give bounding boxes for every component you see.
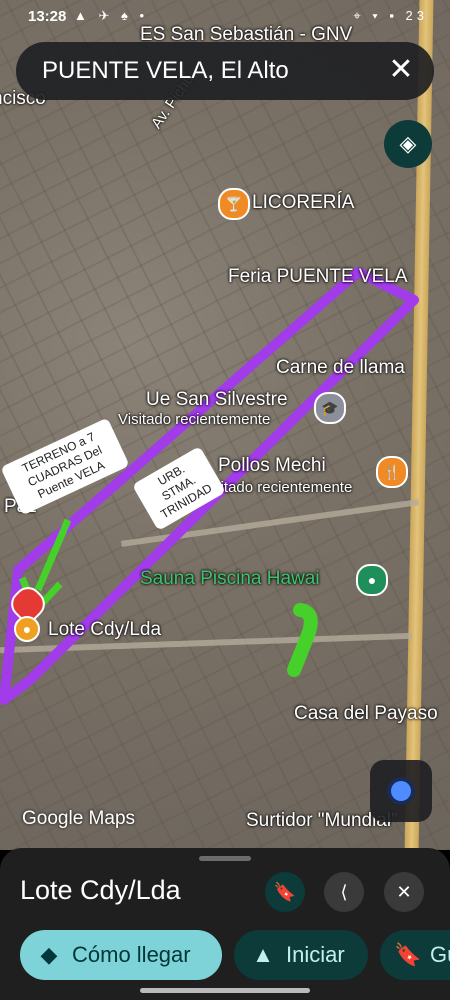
navigation-arrow-icon: ▲ [252, 942, 274, 967]
place-bottom-sheet[interactable]: Lote Cdy/Lda 🔖 ⟨ ✕ ◆ Cómo llegar ▲ Iniciar… [0, 848, 450, 1000]
green-scribble-annotation [287, 603, 318, 677]
label-ue[interactable]: Ue San Silvestre [146, 389, 288, 411]
place-title: Lote Cdy/Lda [20, 875, 181, 905]
search-query[interactable]: PUENTE VELA, El Alto [42, 57, 289, 85]
layers-button[interactable]: ◈ [384, 120, 432, 168]
start-label: Iniciar [286, 942, 345, 967]
lote-pin-icon[interactable]: ● [14, 616, 40, 642]
notification-icons: ▲ ✈ ♠ • [74, 8, 149, 23]
label-licoreria[interactable]: LICORERÍA [252, 192, 354, 214]
school-icon[interactable]: 🎓 [314, 392, 346, 424]
share-button[interactable]: ⟨ [324, 872, 364, 912]
directions-icon: ◆ [40, 942, 58, 967]
label-lote[interactable]: Lote Cdy/Lda [48, 619, 161, 641]
drag-handle[interactable] [199, 856, 251, 861]
save-pill-button[interactable]: 🔖 Gu [380, 930, 450, 980]
home-indicator[interactable] [140, 988, 310, 993]
save-label: Gu [430, 942, 450, 967]
label-pollos[interactable]: Pollos Mechi [218, 455, 326, 477]
label-carne[interactable]: Carne de llama [276, 357, 405, 379]
bookmark-icon: 🔖 [394, 942, 422, 967]
directions-button[interactable]: ◆ Cómo llegar [20, 930, 222, 980]
bookmark-icon: 🔖 [273, 882, 297, 902]
close-icon: ✕ [396, 882, 412, 902]
map-view[interactable]: ES San Sebastián - GNV ncisco Av. Pichu … [0, 0, 450, 850]
restaurant-icon[interactable]: 🍴 [376, 456, 408, 488]
label-feria[interactable]: Feria PUENTE VELA [228, 266, 408, 288]
close-sheet-button[interactable]: ✕ [384, 872, 424, 912]
google-maps-watermark: Google Maps [22, 808, 136, 829]
my-location-button[interactable] [370, 760, 432, 822]
system-icons: ⌖ ▾ ▪ 23 [353, 8, 428, 23]
label-visitado-1: Visitado recientemente [118, 411, 271, 428]
status-time: 13:28 [28, 8, 67, 25]
cocktail-icon[interactable]: 🍸 [218, 188, 250, 220]
status-bar: 13:28 ▲ ✈ ♠ • ⌖ ▾ ▪ 23 [0, 0, 450, 32]
close-icon[interactable]: ✕ [384, 53, 418, 87]
location-icon [391, 781, 411, 801]
layers-icon: ◈ [399, 131, 417, 156]
search-bar[interactable]: PUENTE VELA, El Alto ✕ [16, 42, 434, 100]
start-button[interactable]: ▲ Iniciar [234, 930, 368, 980]
share-icon: ⟨ [340, 882, 348, 902]
label-payaso[interactable]: Casa del Payaso [294, 703, 438, 725]
label-sauna[interactable]: Sauna Piscina Hawai [140, 568, 320, 590]
pool-icon[interactable]: ● [356, 564, 388, 596]
save-button[interactable]: 🔖 [265, 872, 305, 912]
directions-label: Cómo llegar [72, 942, 191, 967]
